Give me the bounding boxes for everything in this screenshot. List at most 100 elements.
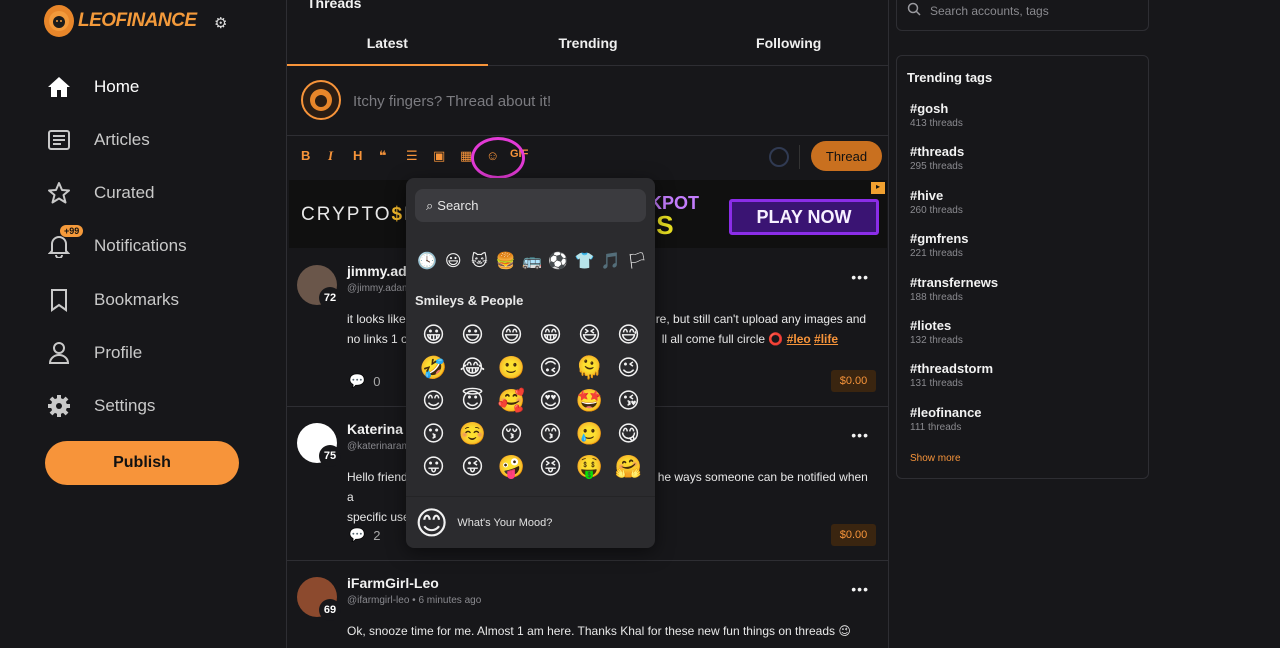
settings-gear-icon[interactable]: ⚙ xyxy=(214,14,227,32)
hashtag-link[interactable]: #leo xyxy=(787,332,811,346)
thread-post[interactable]: 69 iFarmGirl-Leo @ifarmgirl-leo • 6 minu… xyxy=(287,561,889,648)
post-author[interactable]: jimmy.ada xyxy=(347,263,414,279)
tab-following[interactable]: Following xyxy=(688,22,889,65)
emoji-option[interactable]: 😁 xyxy=(531,318,570,351)
emoji-option[interactable]: 😝 xyxy=(531,450,570,483)
emoji-option[interactable]: 🤑 xyxy=(570,450,609,483)
emoji-option[interactable]: 🤪 xyxy=(492,450,531,483)
emoji-option[interactable]: 😚 xyxy=(492,417,531,450)
nav-settings[interactable]: Settings xyxy=(46,393,155,419)
bold-icon[interactable]: B xyxy=(301,148,310,163)
emoji-option[interactable]: 😅 xyxy=(609,318,648,351)
animals-category-icon[interactable]: 🐱 xyxy=(469,250,491,272)
post-author[interactable]: iFarmGirl-Leo xyxy=(347,575,439,591)
list-icon[interactable]: ☰ xyxy=(406,148,418,164)
emoji-category-tabs: 🕓 😃 🐱 🍔 🚌 ⚽ 👕 🎵 🏳 xyxy=(416,250,648,272)
emoji-option[interactable]: 😀 xyxy=(414,318,453,351)
post-handle[interactable]: @katerinaram xyxy=(347,441,410,452)
nav-profile-label: Profile xyxy=(94,343,143,362)
trending-tag-item[interactable]: #hive 260 threads xyxy=(910,188,963,216)
quote-icon[interactable]: ❝ xyxy=(379,148,387,164)
post-value[interactable]: $0.00 xyxy=(831,370,876,392)
post-handle[interactable]: @jimmy.adam xyxy=(347,283,410,294)
emoji-option[interactable]: 😛 xyxy=(414,450,453,483)
food-category-icon[interactable]: 🍔 xyxy=(495,250,517,272)
objects-category-icon[interactable]: 👕 xyxy=(574,250,596,272)
publish-button[interactable]: Publish xyxy=(45,441,239,485)
more-options-icon[interactable]: ••• xyxy=(851,581,869,597)
emoji-option[interactable]: 😜 xyxy=(453,450,492,483)
emoji-option[interactable]: 🙃 xyxy=(531,351,570,384)
flags-category-icon[interactable]: 🏳 xyxy=(626,250,648,272)
heading-icon[interactable]: H xyxy=(353,148,362,163)
post-value[interactable]: $0.00 xyxy=(831,524,876,546)
trending-tag-item[interactable]: #transfernews 188 threads xyxy=(910,275,998,303)
thread-submit-button[interactable]: Thread xyxy=(811,141,882,171)
emoji-option[interactable]: 😄 xyxy=(492,318,531,351)
nav-settings-label: Settings xyxy=(94,396,156,415)
hashtag-link[interactable]: #life xyxy=(814,332,838,346)
emoji-option[interactable]: 🥲 xyxy=(570,417,609,450)
reply-count: 2 xyxy=(373,527,381,543)
emoji-option[interactable]: 😃 xyxy=(453,318,492,351)
emoji-option[interactable]: 🤗 xyxy=(609,450,648,483)
tab-trending[interactable]: Trending xyxy=(488,22,689,65)
trending-tag-item[interactable]: #threads 295 threads xyxy=(910,144,964,172)
emoji-option[interactable]: 🙂 xyxy=(492,351,531,384)
emoji-option[interactable]: 🤣 xyxy=(414,351,453,384)
emoji-option[interactable]: 😘 xyxy=(609,384,648,417)
trending-tag-item[interactable]: #liotes 132 threads xyxy=(910,318,963,346)
show-more-link[interactable]: Show more xyxy=(910,453,961,464)
post-body: Ok, snooze time for me. Almost 1 am here… xyxy=(347,624,851,638)
emoji-option[interactable]: 🤩 xyxy=(570,384,609,417)
reply-action[interactable]: 💬 0 xyxy=(349,373,380,389)
emoji-option[interactable]: 🫠 xyxy=(570,351,609,384)
nav-home[interactable]: Home xyxy=(46,74,139,100)
italic-icon[interactable]: I xyxy=(328,148,333,164)
image-icon[interactable]: ▣ xyxy=(433,148,445,164)
symbols-category-icon[interactable]: 🎵 xyxy=(600,250,622,272)
nav-bookmarks[interactable]: Bookmarks xyxy=(46,287,179,313)
nav-articles[interactable]: Articles xyxy=(46,127,150,153)
bell-icon: +99 xyxy=(46,225,84,259)
emoji-option[interactable]: 😍 xyxy=(531,384,570,417)
thread-composer[interactable]: Itchy fingers? Thread about it! xyxy=(287,66,889,136)
emoji-option[interactable]: 😉 xyxy=(609,351,648,384)
activity-category-icon[interactable]: ⚽ xyxy=(547,250,569,272)
nav-notifications[interactable]: +99 Notifications xyxy=(46,225,187,259)
reply-action[interactable]: 💬 2 xyxy=(349,527,380,543)
recent-category-icon[interactable]: 🕓 xyxy=(416,250,438,272)
trending-tag-item[interactable]: #leofinance 111 threads xyxy=(910,405,982,433)
trending-tag-item[interactable]: #threadstorm 131 threads xyxy=(910,361,993,389)
ad-choices-icon[interactable]: ▸ xyxy=(871,182,885,194)
trending-tag-item[interactable]: #gmfrens 221 threads xyxy=(910,231,969,259)
nav-notifications-label: Notifications xyxy=(94,236,187,255)
toolbar-divider xyxy=(799,145,800,169)
emoji-option[interactable]: 😋 xyxy=(609,417,648,450)
play-now-button[interactable]: PLAY NOW xyxy=(729,199,879,235)
composer-placeholder[interactable]: Itchy fingers? Thread about it! xyxy=(353,93,551,110)
emoji-option[interactable]: 🥰 xyxy=(492,384,531,417)
emoji-option[interactable]: ☺️ xyxy=(453,417,492,450)
logo[interactable]: LEOFINANCE xyxy=(44,5,197,37)
emoji-option[interactable]: 😊 xyxy=(414,384,453,417)
emoji-option[interactable]: 😗 xyxy=(414,417,453,450)
mood-label: What's Your Mood? xyxy=(457,516,553,529)
tab-latest[interactable]: Latest xyxy=(287,22,488,66)
emoji-option[interactable]: 😂 xyxy=(453,351,492,384)
trending-tag-item[interactable]: #gosh 413 threads xyxy=(910,101,963,129)
nav-curated[interactable]: Curated xyxy=(46,180,154,206)
emoji-option[interactable]: 😇 xyxy=(453,384,492,417)
search-input[interactable]: Search accounts, tags xyxy=(896,0,1149,31)
emoji-option[interactable]: 😙 xyxy=(531,417,570,450)
nav-profile[interactable]: Profile xyxy=(46,340,142,366)
more-options-icon[interactable]: ••• xyxy=(851,427,869,443)
char-counter-ring xyxy=(769,147,789,167)
nav-bookmarks-label: Bookmarks xyxy=(94,290,180,309)
more-options-icon[interactable]: ••• xyxy=(851,269,869,285)
smileys-category-icon[interactable]: 😃 xyxy=(442,250,464,272)
emoji-option[interactable]: 😆 xyxy=(570,318,609,351)
emoji-search-input[interactable]: ⌕ Search xyxy=(415,189,646,222)
travel-category-icon[interactable]: 🚌 xyxy=(521,250,543,272)
post-author[interactable]: Katerina xyxy=(347,421,403,437)
